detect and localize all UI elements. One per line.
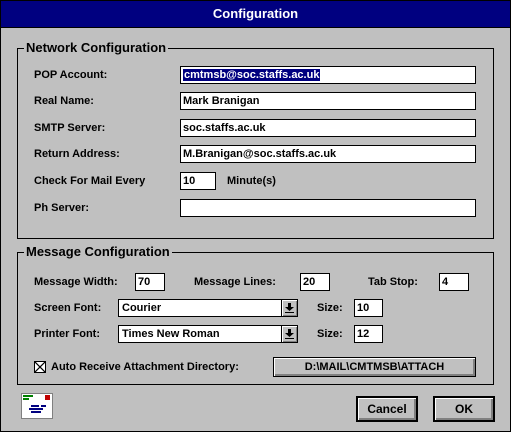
screen-font-value: Courier (122, 302, 162, 314)
window-title: Configuration (1, 1, 510, 28)
return-address-field[interactable]: M.Branigan@soc.staffs.ac.uk (180, 145, 476, 163)
message-configuration-title: Message Configuration (24, 244, 172, 260)
pop-account-label: POP Account: (34, 69, 108, 81)
message-width-label: Message Width: (34, 276, 118, 288)
message-lines-field[interactable]: 20 (300, 273, 330, 291)
smtp-server-field[interactable]: soc.staffs.ac.uk (180, 119, 476, 137)
screen-font-dropdown[interactable]: Courier (118, 299, 298, 317)
pop-account-field[interactable]: cmtmsb@soc.staffs.ac.uk (180, 66, 476, 84)
check-mail-unit-label: Minute(s) (227, 175, 276, 187)
real-name-field[interactable]: Mark Branigan (180, 92, 476, 110)
tab-stop-field[interactable]: 4 (439, 273, 469, 291)
check-mail-label: Check For Mail Every (34, 175, 146, 187)
screen-font-dropdown-arrow-icon[interactable] (281, 300, 297, 316)
printer-font-size-label: Size: (317, 328, 343, 340)
network-configuration-group: Network Configuration POP Account: cmtms… (17, 40, 494, 239)
real-name-label: Real Name: (34, 95, 94, 107)
printer-font-size-field[interactable]: 12 (354, 325, 383, 343)
network-configuration-title: Network Configuration (24, 40, 169, 56)
checkbox-check-icon (35, 362, 45, 372)
smtp-server-label: SMTP Server: (34, 122, 106, 134)
screen-font-label: Screen Font: (34, 302, 102, 314)
printer-font-label: Printer Font: (34, 328, 100, 340)
printer-font-value: Times New Roman (122, 328, 220, 340)
app-icon (21, 393, 53, 419)
printer-font-dropdown[interactable]: Times New Roman (118, 325, 298, 343)
pop-account-value: cmtmsb@soc.staffs.ac.uk (183, 69, 321, 81)
check-mail-interval-field[interactable]: 10 (180, 172, 216, 190)
configuration-dialog: Configuration Network Configuration POP … (0, 0, 511, 432)
attachment-directory-button[interactable]: D:\MAIL\CMTMSB\ATTACH (273, 357, 476, 377)
message-lines-label: Message Lines: (194, 276, 276, 288)
ok-button[interactable]: OK (433, 396, 495, 422)
tab-stop-label: Tab Stop: (368, 276, 418, 288)
cancel-button[interactable]: Cancel (356, 396, 418, 422)
auto-receive-checkbox[interactable] (34, 361, 46, 373)
message-configuration-group: Message Configuration Message Width: 70 … (17, 244, 494, 385)
dialog-client: Network Configuration POP Account: cmtms… (4, 30, 507, 428)
auto-receive-label: Auto Receive Attachment Directory: (51, 361, 239, 373)
screen-font-size-label: Size: (317, 302, 343, 314)
screen-font-size-field[interactable]: 10 (354, 299, 383, 317)
message-width-field[interactable]: 70 (135, 273, 165, 291)
ph-server-field[interactable] (180, 199, 476, 217)
return-address-label: Return Address: (34, 148, 120, 160)
ph-server-label: Ph Server: (34, 202, 90, 214)
printer-font-dropdown-arrow-icon[interactable] (281, 326, 297, 342)
